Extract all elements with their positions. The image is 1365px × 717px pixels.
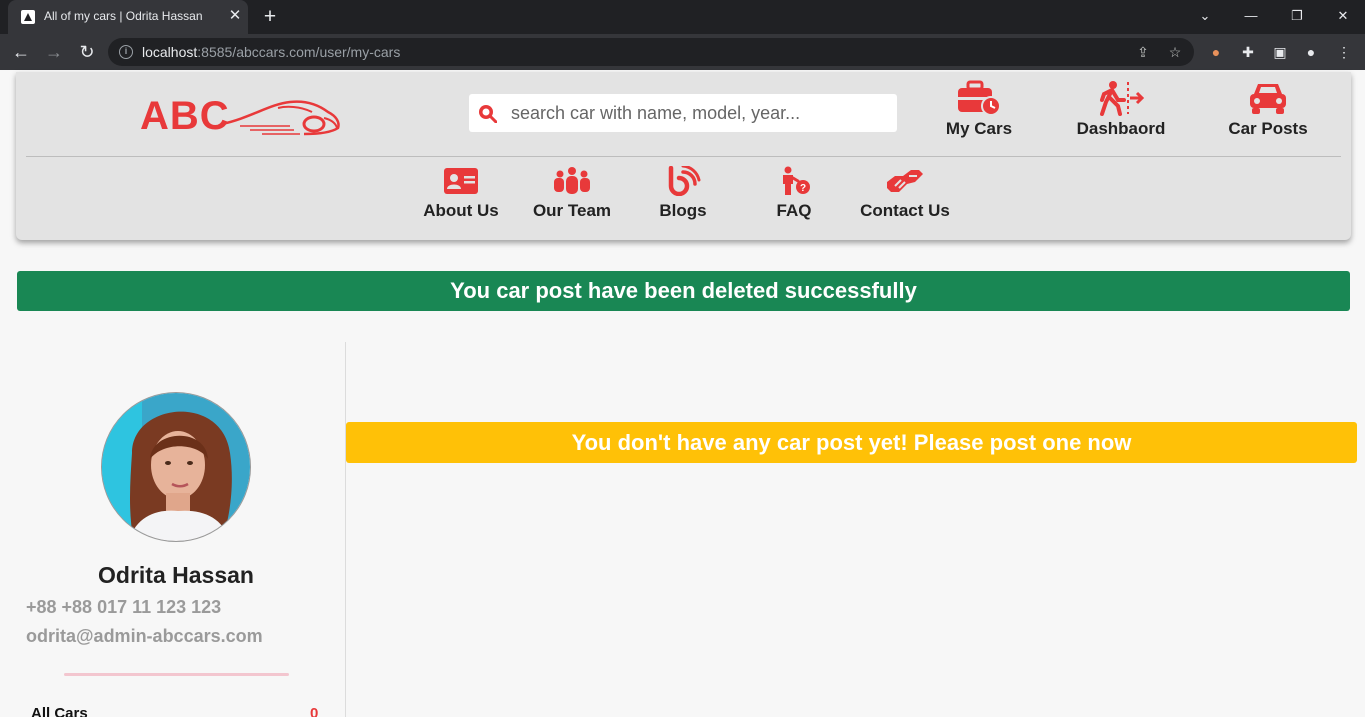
site-logo[interactable]: ABC: [140, 90, 350, 140]
forward-arrow-icon[interactable]: →: [42, 40, 66, 64]
tab-close-icon[interactable]: ✕: [226, 7, 244, 25]
briefcase-clock-icon: [958, 80, 1001, 116]
handshake-icon: [887, 170, 923, 192]
nav-blogs-label: Blogs: [659, 201, 707, 220]
logo-car-icon: [221, 100, 340, 136]
site-info-icon[interactable]: i: [119, 45, 133, 59]
nav-blogs[interactable]: Blogs: [628, 166, 738, 221]
svg-text:?: ?: [800, 183, 806, 194]
restore-icon[interactable]: ❐: [1284, 4, 1310, 28]
search-box: [469, 94, 897, 132]
side-panel-icon[interactable]: ▣: [1271, 43, 1289, 61]
browser-toolbar: ← → ↻ i localhost:8585/abccars.com/user/…: [0, 34, 1365, 70]
share-icon[interactable]: ⇪: [1134, 43, 1152, 61]
profile-name: Odrita Hassan: [98, 562, 254, 588]
profile-phone: +88 +88 017 11 123 123: [26, 597, 222, 617]
site-favicon-icon: [21, 10, 35, 24]
menu-dots-icon[interactable]: ⋮: [1335, 43, 1353, 61]
address-bar[interactable]: i localhost:8585/abccars.com/user/my-car…: [108, 38, 1194, 66]
profile-email: odrita@admin-abccars.com: [26, 626, 263, 646]
warning-alert: You don't have any car post yet! Please …: [346, 422, 1357, 463]
profile-separator: [64, 673, 289, 676]
nav-contact-us-label: Contact Us: [860, 201, 950, 220]
avatar: [101, 392, 251, 542]
person-exit-icon: [1100, 81, 1144, 116]
nav-our-team[interactable]: Our Team: [517, 166, 627, 221]
nav-contact-us[interactable]: Contact Us: [850, 166, 960, 221]
browser-tab[interactable]: All of my cars | Odrita Hassan ✕: [8, 0, 248, 34]
nav-my-cars[interactable]: My Cars: [919, 80, 1039, 139]
success-alert: You car post have been deleted successfu…: [17, 271, 1350, 311]
nav-about-us-label: About Us: [423, 201, 499, 220]
address-url[interactable]: localhost:8585/abccars.com/user/my-cars: [142, 44, 400, 60]
nav-car-posts[interactable]: Car Posts: [1208, 80, 1328, 139]
blog-icon: [668, 166, 701, 196]
back-arrow-icon[interactable]: ←: [9, 40, 33, 64]
car-icon: [1250, 84, 1286, 114]
logo-text: ABC: [140, 94, 230, 138]
tab-title: All of my cars | Odrita Hassan: [44, 9, 203, 23]
header-divider: [26, 156, 1341, 157]
minimize-icon[interactable]: —: [1238, 4, 1264, 28]
nav-my-cars-label: My Cars: [945, 119, 1013, 138]
nav-our-team-label: Our Team: [532, 201, 612, 220]
id-card-icon: [444, 168, 478, 194]
person-question-icon: ?: [783, 166, 810, 195]
search-input[interactable]: [503, 94, 893, 132]
extensions-puzzle-icon[interactable]: ✚: [1239, 43, 1257, 61]
site-header: ABC My Cars: [16, 72, 1351, 240]
nav-faq-label: FAQ: [776, 201, 812, 220]
sidebar-divider: [345, 342, 346, 717]
stat-all-cars-count: 0: [310, 705, 319, 717]
team-icon: [554, 167, 590, 194]
nav-car-posts-label: Car Posts: [1228, 119, 1308, 138]
search-icon[interactable]: [477, 103, 497, 123]
stat-all-cars-label[interactable]: All Cars: [31, 705, 88, 717]
new-tab-button[interactable]: +: [258, 5, 282, 29]
reload-icon[interactable]: ↻: [75, 40, 99, 64]
browser-tab-bar: All of my cars | Odrita Hassan ✕ + ⌄ — ❐…: [0, 0, 1365, 34]
tab-search-icon[interactable]: ⌄: [1192, 4, 1218, 28]
nav-faq[interactable]: ? FAQ: [739, 166, 849, 221]
window-close-icon[interactable]: ✕: [1330, 4, 1356, 28]
bookmark-star-icon[interactable]: ☆: [1166, 43, 1184, 61]
cookie-extension-icon[interactable]: ●: [1207, 43, 1225, 61]
profile-icon[interactable]: ●: [1302, 43, 1320, 61]
nav-dashboard[interactable]: Dashbaord: [1061, 80, 1181, 139]
nav-dashboard-label: Dashbaord: [1076, 119, 1166, 138]
nav-about-us[interactable]: About Us: [406, 166, 516, 221]
